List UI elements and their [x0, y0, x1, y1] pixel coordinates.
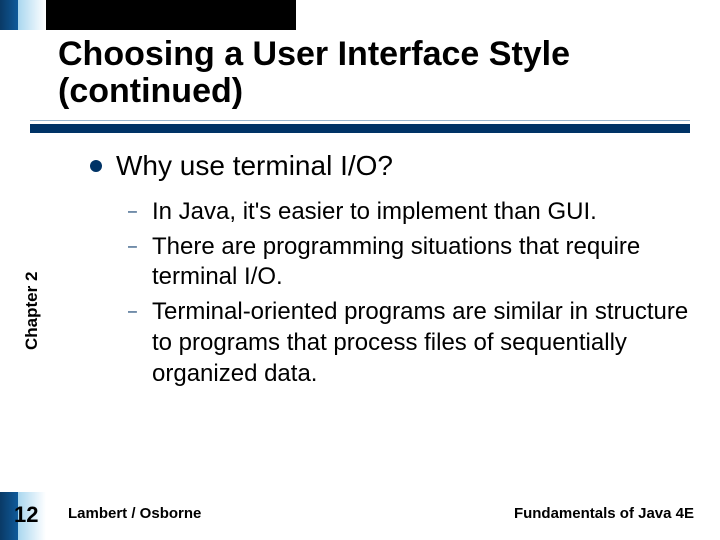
sub-bullet-list: – In Java, it's easier to implement than…	[128, 197, 690, 389]
dash-bullet-icon: –	[128, 238, 138, 256]
chapter-label: Chapter 2	[22, 272, 42, 350]
slide: Choosing a User Interface Style (continu…	[0, 0, 720, 540]
bullet-level2-text: In Java, it's easier to implement than G…	[152, 197, 597, 228]
bullet-level2: – In Java, it's easier to implement than…	[128, 197, 690, 228]
bullet-level2-text: There are programming situations that re…	[152, 232, 690, 293]
page-number: 12	[14, 502, 38, 528]
bullet-level2: – Terminal-oriented programs are similar…	[128, 297, 690, 389]
dash-bullet-icon: –	[128, 303, 138, 321]
slide-title: Choosing a User Interface Style (continu…	[58, 36, 678, 111]
decoration-black-bar	[46, 0, 296, 30]
disc-bullet-icon	[90, 160, 102, 172]
footer-book-title: Fundamentals of Java 4E	[514, 505, 694, 522]
bullet-level1-text: Why use terminal I/O?	[116, 148, 393, 183]
bullet-level2-text: Terminal-oriented programs are similar i…	[152, 297, 690, 389]
slide-body: Why use terminal I/O? – In Java, it's ea…	[90, 148, 690, 393]
title-underline	[30, 120, 690, 134]
footer-author: Lambert / Osborne	[68, 505, 201, 522]
bullet-level2: – There are programming situations that …	[128, 232, 690, 293]
dash-bullet-icon: –	[128, 203, 138, 221]
decoration-top-left	[0, 0, 46, 30]
bullet-level1: Why use terminal I/O?	[90, 148, 690, 183]
